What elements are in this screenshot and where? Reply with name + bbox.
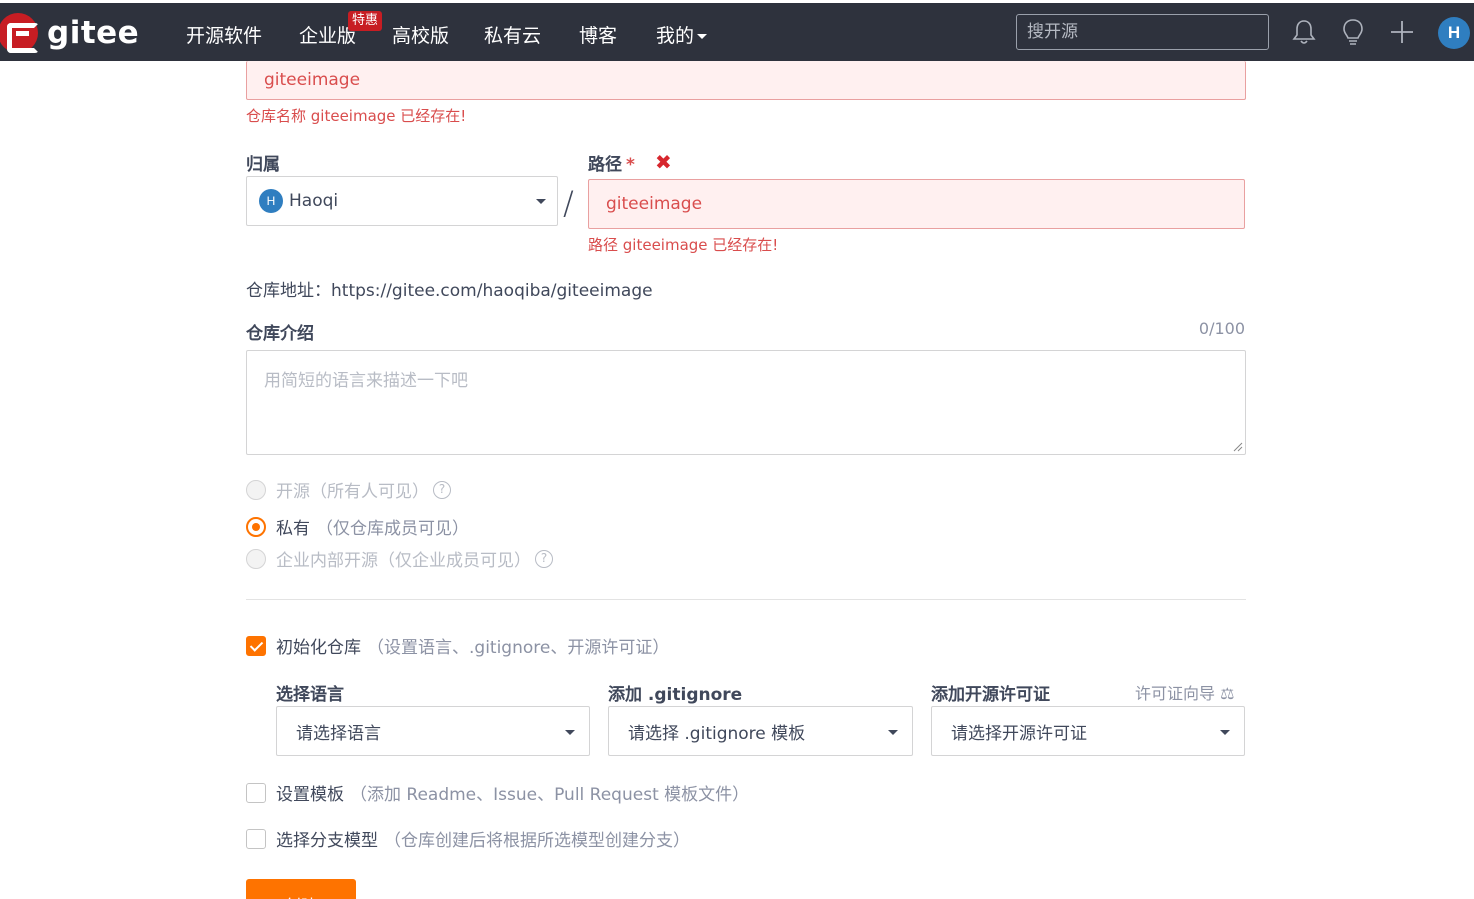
radio-enterprise[interactable] (246, 548, 266, 569)
license-value: 请选择开源许可证 (951, 723, 1087, 744)
repo-name-value: giteeimage (264, 70, 361, 90)
chevron-down-icon (565, 730, 575, 735)
gitignore-select[interactable]: 请选择 .gitignore 模板 (608, 706, 913, 756)
chevron-down-icon (1220, 730, 1230, 735)
public-hint: （所有人可见） (310, 482, 429, 502)
owner-avatar: H (259, 189, 283, 213)
path-separator: / (563, 184, 574, 222)
nav-blog[interactable]: 博客 (579, 21, 617, 48)
license-label: 添加开源许可证 (931, 685, 1050, 705)
enterprise-hint: （仅企业成员可见） (378, 551, 531, 571)
bell-icon[interactable] (1289, 17, 1319, 47)
license-select[interactable]: 请选择开源许可证 (931, 706, 1245, 756)
chevron-down-icon (888, 730, 898, 735)
path-input[interactable]: giteeimage (588, 179, 1245, 229)
license-wizard-text: 许可证向导 (1135, 684, 1216, 703)
private-label: 私有 (276, 519, 310, 539)
gitignore-value: 请选择 .gitignore 模板 (628, 723, 806, 744)
template-checkbox[interactable] (246, 782, 266, 803)
lightbulb-icon[interactable] (1338, 17, 1368, 47)
hot-badge: 特惠 (348, 11, 383, 31)
path-label-text: 路径 (588, 155, 622, 175)
visibility-private[interactable]: 私有 （仅仓库成员可见） (246, 514, 469, 539)
branch-model-checkbox[interactable] (246, 828, 266, 849)
branch-model-row[interactable]: 选择分支模型 （仓库创建后将根据所选模型创建分支） (246, 826, 690, 851)
language-select[interactable]: 请选择语言 (276, 706, 590, 756)
search-input[interactable] (1016, 14, 1269, 50)
owner-value: Haoqi (289, 191, 339, 211)
repo-address: 仓库地址：https://gitee.com/haoqiba/giteeimag… (246, 281, 653, 301)
radio-public[interactable] (246, 479, 266, 500)
resize-grip-icon[interactable] (1232, 441, 1243, 452)
license-wizard-link[interactable]: 许可证向导 ⚖ (1135, 680, 1234, 704)
template-label: 设置模板 (276, 785, 344, 805)
visibility-enterprise[interactable]: 企业内部开源 （仅企业成员可见） ? (246, 546, 553, 571)
gitee-logo[interactable]: gitee (0, 13, 139, 53)
enterprise-label: 企业内部开源 (276, 551, 378, 571)
desc-counter: 0/100 (1198, 319, 1245, 338)
scale-icon: ⚖ (1220, 684, 1235, 703)
nav-university[interactable]: 高校版 (392, 21, 449, 48)
brand-name: gitee (47, 15, 140, 51)
chevron-down-icon (697, 34, 708, 39)
template-row[interactable]: 设置模板 （添加 Readme、Issue、Pull Request 模板文件） (246, 780, 749, 805)
repo-name-input[interactable]: giteeimage (246, 61, 1246, 100)
help-icon[interactable]: ? (433, 480, 451, 499)
repo-name-error: 仓库名称 giteeimage 已经存在! (246, 107, 467, 125)
radio-private[interactable] (246, 516, 266, 537)
language-value: 请选择语言 (296, 723, 381, 744)
template-hint: （添加 Readme、Issue、Pull Request 模板文件） (350, 785, 750, 805)
nav-mine[interactable]: 我的 (656, 21, 708, 48)
top-navbar: gitee 开源软件 企业版 特惠 高校版 私有云 博客 我的 H (0, 3, 1474, 61)
private-hint: （仅仓库成员可见） (316, 519, 469, 539)
nav-open-source[interactable]: 开源软件 (186, 21, 262, 48)
plus-icon[interactable] (1387, 17, 1417, 47)
gitee-logo-icon (0, 13, 39, 53)
init-repo-row[interactable]: 初始化仓库 （设置语言、.gitignore、开源许可证） (246, 633, 669, 658)
chevron-down-icon (536, 199, 546, 204)
init-repo-hint: （设置语言、.gitignore、开源许可证） (367, 638, 670, 658)
help-icon[interactable]: ? (535, 549, 553, 568)
desc-label: 仓库介绍 (246, 324, 314, 344)
gitignore-label: 添加 .gitignore (608, 685, 743, 705)
path-error: 路径 giteeimage 已经存在! (588, 236, 779, 254)
create-button[interactable]: 创建 (246, 879, 356, 899)
public-label: 开源 (276, 482, 310, 502)
user-avatar[interactable]: H (1438, 17, 1470, 49)
desc-textarea[interactable] (246, 350, 1246, 455)
required-mark: * (626, 155, 635, 175)
init-repo-label: 初始化仓库 (276, 638, 361, 658)
section-divider (246, 599, 1246, 600)
nav-private-cloud[interactable]: 私有云 (484, 21, 541, 48)
branch-model-hint: （仓库创建后将根据所选模型创建分支） (384, 831, 690, 851)
nav-mine-label: 我的 (656, 25, 695, 47)
init-repo-checkbox[interactable] (246, 635, 266, 656)
language-label: 选择语言 (276, 685, 344, 705)
visibility-public[interactable]: 开源 （所有人可见） ? (246, 477, 451, 502)
owner-select[interactable]: H Haoqi (246, 176, 558, 226)
error-x-icon: ✖ (655, 150, 672, 174)
owner-label: 归属 (246, 155, 280, 175)
path-value: giteeimage (606, 194, 703, 214)
branch-model-label: 选择分支模型 (276, 831, 378, 851)
path-label: 路径 * (588, 150, 635, 175)
